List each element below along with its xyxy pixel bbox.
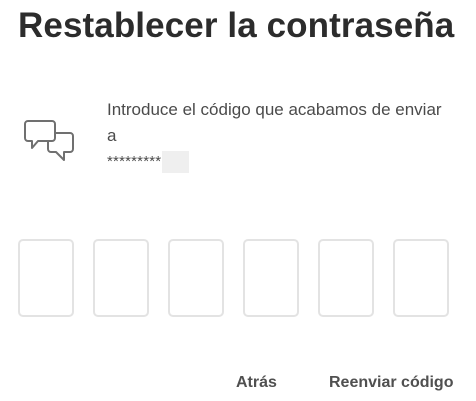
code-digit-1[interactable] [18, 239, 74, 317]
code-digit-2[interactable] [93, 239, 149, 317]
redacted-block [162, 151, 190, 173]
code-digit-5[interactable] [318, 239, 374, 317]
verification-message: Introduce el código que acabamos de envi… [107, 97, 447, 175]
action-bar: Atrás Reenviar código [0, 373, 476, 395]
code-digit-3[interactable] [168, 239, 224, 317]
code-digit-4[interactable] [243, 239, 299, 317]
masked-destination: ********* [107, 153, 162, 170]
code-digit-6[interactable] [393, 239, 449, 317]
chat-bubbles-icon [24, 118, 76, 166]
back-button[interactable]: Atrás [236, 373, 277, 393]
page-title: Restablecer la contraseña [18, 6, 455, 45]
resend-code-button[interactable]: Reenviar código [329, 373, 453, 393]
verification-code-inputs [18, 239, 449, 317]
verification-instructions: Introduce el código que acabamos de envi… [107, 100, 442, 145]
masked-destination-line: ********* [107, 149, 447, 175]
